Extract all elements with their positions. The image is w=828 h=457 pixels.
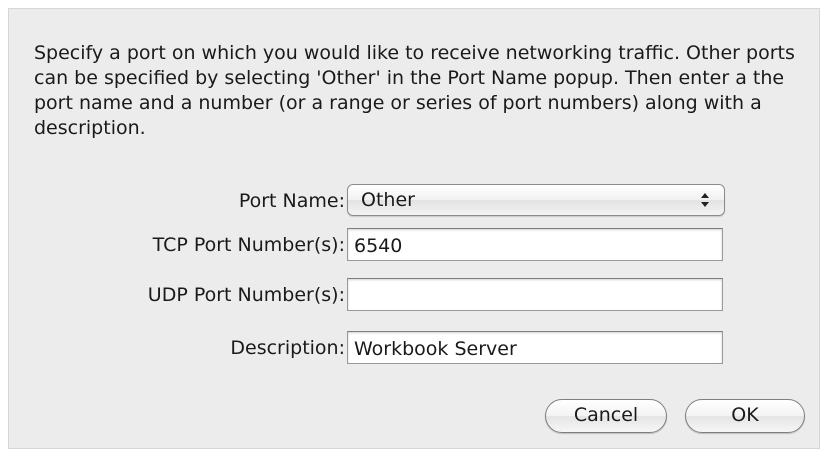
description-field[interactable] (347, 331, 723, 364)
button-row: Cancel OK (9, 399, 821, 433)
instructions-text: Specify a port on which you would like t… (34, 42, 795, 139)
ok-button[interactable]: OK (685, 399, 805, 433)
port-name-popup[interactable]: Other (347, 184, 725, 216)
udp-port-row: UDP Port Number(s): (9, 278, 821, 312)
udp-port-field[interactable] (347, 278, 723, 311)
description-label: Description: (230, 337, 345, 359)
port-name-label: Port Name: (238, 190, 345, 212)
udp-port-label: UDP Port Number(s): (147, 284, 345, 306)
port-name-selected: Other (361, 189, 415, 211)
tcp-port-label: TCP Port Number(s): (152, 234, 345, 256)
port-dialog: Specify a port on which you would like t… (8, 8, 820, 449)
cancel-button[interactable]: Cancel (545, 399, 667, 433)
tcp-port-row: TCP Port Number(s): (9, 228, 821, 262)
up-down-chevron-icon (698, 190, 712, 210)
description-row: Description: (9, 331, 821, 365)
tcp-port-field[interactable] (347, 228, 723, 261)
port-name-row: Port Name: Other (9, 184, 821, 218)
